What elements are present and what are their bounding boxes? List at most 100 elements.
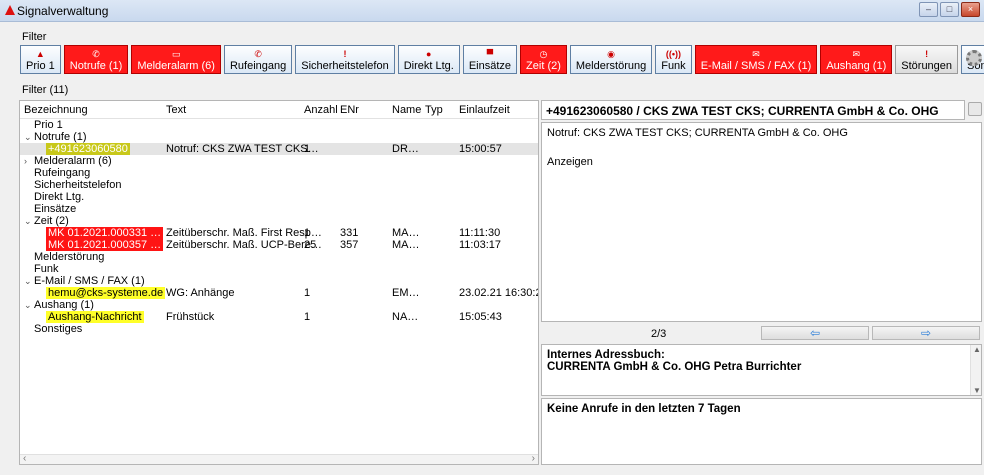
tree-group-row[interactable]: ⌄ Zeit (2) [20, 215, 538, 227]
tree-group-row[interactable]: › Melderalarm (6) [20, 155, 538, 167]
filter-button-7[interactable]: ◷ Zeit (2) [520, 45, 567, 74]
row-anzahl: 1 [304, 287, 311, 299]
expand-chevron-icon[interactable]: ⌄ [24, 131, 32, 143]
row-name: DR… [392, 143, 419, 155]
table-row[interactable]: hemu@cks-systeme.de WG: Anhänge 1 EM… 23.02.… [20, 287, 538, 299]
filter-button-label: Direkt Ltg. [403, 60, 454, 72]
expand-chevron-icon[interactable]: › [24, 155, 27, 167]
handset-icon: ✆ [254, 49, 262, 59]
close-button[interactable]: × [961, 2, 980, 17]
group-label: Zeit (2) [34, 215, 69, 227]
exclamation-icon: ! [343, 49, 347, 59]
row-zeit: 11:03:17 [459, 239, 502, 251]
filter-button-1[interactable]: ✆ Notrufe (1) [63, 45, 129, 74]
tree-group-row[interactable]: Rufeingang [20, 167, 538, 179]
recent-calls-text: Keine Anrufe in den letzten 7 Tagen [547, 403, 741, 415]
maximize-button[interactable]: □ [940, 2, 959, 17]
tree-group-row[interactable]: ⌄ Notrufe (1) [20, 131, 538, 143]
fault-icon: ◉ [607, 49, 615, 59]
filter-count-label: Filter (11) [22, 84, 69, 96]
filter-button-label: Funk [661, 60, 686, 72]
group-label: Einsätze [34, 203, 77, 215]
row-anzahl: 1 [304, 311, 311, 323]
siren-icon: ▀ [486, 49, 494, 59]
minimize-button[interactable]: – [919, 2, 938, 17]
filter-button-10[interactable]: ✉ E-Mail / SMS / FAX (1) [694, 45, 818, 74]
row-name: MA… [392, 227, 420, 239]
next-page-button[interactable]: ⇨ [872, 326, 980, 340]
tree-group-row[interactable]: Prio 1 [20, 119, 538, 131]
row-anzahl: 1 [304, 143, 311, 155]
group-label: Prio 1 [34, 119, 63, 131]
row-name: EM… [392, 287, 420, 299]
address-book-panel: Internes Adressbuch: CURRENTA GmbH & Co.… [541, 344, 982, 396]
tree-group-row[interactable]: ⌄ Aushang (1) [20, 299, 538, 311]
table-row[interactable]: MK 01.2021.000331 … Zeitüberschr. Maß. Fi… [20, 227, 538, 239]
scroll-down-icon[interactable]: ▼ [973, 386, 981, 395]
row-bezeichnung: MK 01.2021.000331 … [46, 227, 164, 239]
address-book-title: Internes Adressbuch: [547, 349, 665, 361]
filter-button-4[interactable]: ! Sicherheitstelefon [295, 45, 395, 74]
group-label: Sonstiges [34, 323, 83, 335]
tree-group-row[interactable]: Melderstörung [20, 251, 538, 263]
vertical-scrollbar[interactable]: ▲ ▼ [970, 345, 981, 395]
detail-header: +491623060580 / CKS ZWA TEST CKS; CURREN… [541, 100, 965, 120]
envelope-icon: ✉ [852, 49, 861, 59]
filter-button-6[interactable]: ▀ Einsätze [462, 45, 518, 74]
exclamation-icon: ! [925, 49, 929, 59]
row-text: Zeitüberschr. Maß. UCP-Bere… [166, 239, 322, 251]
email-globe-icon: ✉ [752, 49, 760, 59]
table-row[interactable]: +491623060580 Notruf: CKS ZWA TEST CKS… 1 D… [20, 143, 538, 155]
row-name: MA… [392, 239, 420, 251]
column-header-einlaufzeit[interactable]: Einlaufzeit [459, 104, 510, 116]
horizontal-scrollbar[interactable]: ‹ › [20, 453, 538, 464]
row-bezeichnung: hemu@cks-systeme.de [46, 287, 166, 299]
filter-button-label: Störungen [901, 60, 953, 72]
filter-button-label: E-Mail / SMS / FAX (1) [700, 60, 812, 72]
column-header-bezeichnung[interactable]: Bezeichnung [24, 104, 88, 116]
tree-group-row[interactable]: Sicherheitstelefon [20, 179, 538, 191]
column-header-typ[interactable]: Typ [425, 104, 443, 116]
filter-button-9[interactable]: ((•)) Funk [655, 45, 692, 74]
column-header-text[interactable]: Text [166, 104, 186, 116]
filter-menu[interactable]: Filter [22, 31, 46, 43]
expand-chevron-icon[interactable]: ⌄ [24, 215, 32, 227]
address-book-entry: CURRENTA GmbH & Co. OHG Petra Burrichter [547, 361, 802, 373]
window-title: Signalverwaltung [17, 4, 109, 18]
filter-button-3[interactable]: ✆ Rufeingang [223, 45, 293, 74]
tree-group-row[interactable]: ⌄ E-Mail / SMS / FAX (1) [20, 275, 538, 287]
scroll-right-icon[interactable]: › [532, 453, 535, 464]
tree-group-row[interactable]: Einsätze [20, 203, 538, 215]
scroll-left-icon[interactable]: ‹ [23, 453, 26, 464]
expand-chevron-icon[interactable]: ⌄ [24, 275, 32, 287]
filter-button-12[interactable]: ! Störungen [895, 45, 959, 74]
column-header-name[interactable]: Name [392, 104, 421, 116]
tree-group-row[interactable]: Sonstiges [20, 323, 538, 335]
column-header-anzahl[interactable]: Anzahl [304, 104, 338, 116]
row-bezeichnung: +491623060580 [46, 143, 130, 155]
group-label: Aushang (1) [34, 299, 94, 311]
column-header-enr[interactable]: ENr [340, 104, 359, 116]
expand-chevron-icon[interactable]: ⌄ [24, 299, 32, 311]
table-row[interactable]: Aushang-Nachricht Frühstück 1 NA… 15:05:43 [20, 311, 538, 323]
gear-icon[interactable] [966, 50, 982, 66]
table-row[interactable]: MK 01.2021.000357 … Zeitüberschr. Maß. UC… [20, 239, 538, 251]
scroll-up-icon[interactable]: ▲ [973, 345, 981, 354]
tree-group-row[interactable]: Funk [20, 263, 538, 275]
detail-option-button[interactable] [968, 102, 982, 116]
filter-button-label: Melderstörung [575, 60, 647, 72]
filter-button-11[interactable]: ✉ Aushang (1) [820, 45, 893, 74]
prev-page-button[interactable]: ⇦ [761, 326, 869, 340]
row-zeit: 11:11:30 [459, 227, 501, 239]
filter-button-label: Prio 1 [26, 60, 55, 72]
row-text: Zeitüberschr. Maß. First Resp… [166, 227, 322, 239]
show-link[interactable]: Anzeigen [547, 156, 976, 168]
filter-button-2[interactable]: ▭ Melderalarm (6) [131, 45, 221, 74]
row-bezeichnung: Aushang-Nachricht [46, 311, 144, 323]
recent-calls-panel: Keine Anrufe in den letzten 7 Tagen [541, 398, 982, 465]
filter-button-0[interactable]: ▲ Prio 1 [20, 45, 61, 74]
tree-group-row[interactable]: Direkt Ltg. [20, 191, 538, 203]
title-bar: Signalverwaltung – □ × [0, 0, 984, 22]
filter-button-8[interactable]: ◉ Melderstörung [569, 45, 653, 74]
filter-button-5[interactable]: ● Direkt Ltg. [397, 45, 460, 74]
